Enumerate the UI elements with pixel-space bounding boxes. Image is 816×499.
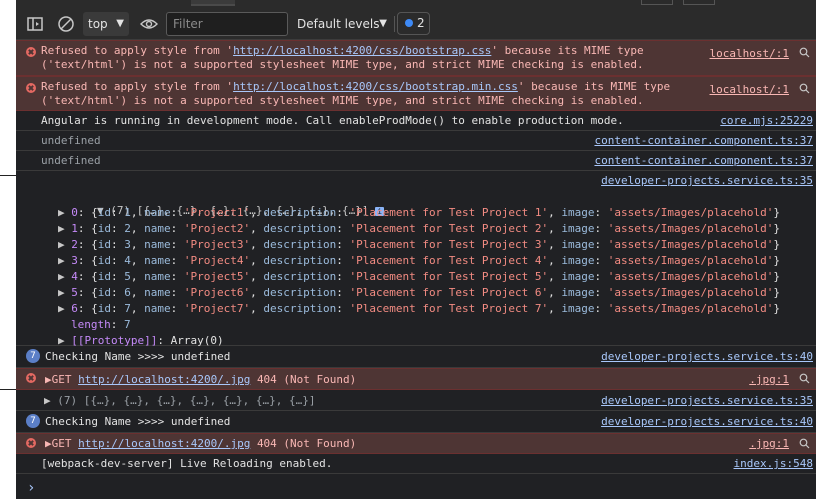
- array-summary: ▶ (7) [{…}, {…}, {…}, {…}, {…}, {…}, {…}…: [44, 394, 316, 407]
- source-link[interactable]: content-container.component.ts:37: [594, 154, 813, 168]
- issue-icon: [405, 19, 413, 27]
- context-label: top: [88, 17, 108, 31]
- source-link[interactable]: index.js:548: [734, 457, 813, 471]
- repeat-count-badge: 7: [26, 349, 40, 363]
- devtools-tab-button[interactable]: [683, 0, 715, 5]
- search-icon[interactable]: [799, 373, 810, 384]
- source-link[interactable]: core.mjs:25229: [720, 114, 813, 128]
- log-text: Checking Name >>>> undefined: [45, 350, 231, 363]
- array-item[interactable]: ▶ 3: {id: 4, name: 'Project4', descripti…: [58, 254, 780, 268]
- source-link[interactable]: .jpg:1: [749, 437, 789, 451]
- console-log-row: undefined content-container.component.ts…: [16, 131, 816, 151]
- array-length: length: 7: [71, 318, 131, 331]
- console-log-row: [webpack-dev-server] Live Reloading enab…: [16, 454, 816, 474]
- devtools-tab-button[interactable]: [641, 0, 673, 5]
- array-item[interactable]: ▶ 2: {id: 3, name: 'Project3', descripti…: [58, 238, 780, 252]
- log-text: Checking Name >>>> undefined: [45, 415, 231, 428]
- network-error-text[interactable]: ▶GET http://localhost:4200/.jpg 404 (Not…: [45, 437, 356, 451]
- console-prompt-caret-icon[interactable]: ›: [27, 480, 35, 496]
- source-link[interactable]: localhost/:1: [710, 83, 789, 97]
- array-item[interactable]: ▶ 1: {id: 2, name: 'Project2', descripti…: [58, 222, 780, 236]
- search-icon[interactable]: [799, 83, 810, 94]
- request-url-link[interactable]: http://localhost:4200/.jpg: [78, 373, 250, 386]
- log-text: [webpack-dev-server] Live Reloading enab…: [41, 457, 333, 470]
- sidebar-toggle-icon[interactable]: [26, 15, 44, 33]
- issues-counter-button[interactable]: 2: [397, 12, 430, 35]
- array-item[interactable]: ▶ 0: {id: 1, name: 'Project1', descripti…: [58, 206, 780, 220]
- console-messages: Refused to apply style from 'http://loca…: [16, 40, 816, 474]
- toolbar-divider: [394, 16, 395, 32]
- console-error-row: ▶GET http://localhost:4200/.jpg 404 (Not…: [16, 368, 816, 390]
- console-object-row[interactable]: ▶ (7) [{…}, {…}, {…}, {…}, {…}, {…}, {…}…: [16, 390, 816, 411]
- console-log-row: 7 Checking Name >>>> undefined developer…: [16, 411, 816, 433]
- log-levels-label: Default levels: [297, 17, 380, 31]
- page-content-edge: [0, 175, 17, 390]
- log-text: Angular is running in development mode. …: [41, 114, 624, 127]
- clear-console-icon[interactable]: [57, 15, 75, 33]
- source-link[interactable]: developer-projects.service.ts:40: [601, 415, 813, 429]
- issues-count: 2: [417, 16, 425, 30]
- console-toolbar: top ▼ Filter Default levels ▼ 2: [16, 7, 816, 40]
- stylesheet-link[interactable]: http://localhost:4200/css/bootstrap.css: [233, 44, 491, 57]
- search-icon[interactable]: [799, 47, 810, 58]
- devtools-tabstrip: [16, 0, 816, 7]
- source-link[interactable]: developer-projects.service.ts:35: [601, 394, 813, 408]
- error-icon: [26, 373, 36, 383]
- console-log-row: undefined content-container.component.ts…: [16, 151, 816, 171]
- console-object-row: developer-projects.service.ts:35 ▼ (7) […: [16, 171, 816, 347]
- log-text: undefined: [41, 134, 101, 147]
- live-expression-eye-icon[interactable]: [140, 15, 158, 33]
- search-icon[interactable]: [799, 438, 810, 449]
- devtools-tab-active[interactable]: [191, 0, 235, 6]
- network-error-text[interactable]: ▶GET http://localhost:4200/.jpg 404 (Not…: [45, 373, 356, 387]
- console-log-row: Angular is running in development mode. …: [16, 111, 816, 131]
- log-text: undefined: [41, 154, 101, 167]
- console-error-row: Refused to apply style from 'http://loca…: [16, 40, 816, 76]
- error-text: Refused to apply style from 'http://loca…: [41, 44, 644, 71]
- console-error-row: ▶GET http://localhost:4200/.jpg 404 (Not…: [16, 433, 816, 454]
- array-item[interactable]: ▶ 6: {id: 7, name: 'Project7', descripti…: [58, 302, 780, 316]
- array-item[interactable]: ▶ 4: {id: 5, name: 'Project5', descripti…: [58, 270, 780, 284]
- repeat-count-badge: 7: [26, 414, 40, 428]
- source-link[interactable]: localhost/:1: [710, 47, 789, 61]
- chevron-down-icon: ▼: [379, 18, 387, 29]
- filter-input[interactable]: Filter: [166, 12, 288, 36]
- error-text: Refused to apply style from 'http://loca…: [41, 80, 671, 107]
- stylesheet-link[interactable]: http://localhost:4200/css/bootstrap.min.…: [233, 80, 518, 93]
- console-error-row: Refused to apply style from 'http://loca…: [16, 76, 816, 111]
- chevron-down-icon: ▼: [116, 18, 124, 29]
- request-url-link[interactable]: http://localhost:4200/.jpg: [78, 437, 250, 450]
- error-icon: [26, 438, 36, 448]
- devtools-console: top ▼ Filter Default levels ▼ 2 Refused …: [16, 0, 816, 499]
- error-icon: [26, 47, 36, 57]
- console-log-row: 7 Checking Name >>>> undefined developer…: [16, 346, 816, 368]
- source-link[interactable]: developer-projects.service.ts:35: [601, 174, 813, 188]
- source-link[interactable]: developer-projects.service.ts:40: [601, 350, 813, 364]
- source-link[interactable]: content-container.component.ts:37: [594, 134, 813, 148]
- array-item[interactable]: ▶ 5: {id: 6, name: 'Project6', descripti…: [58, 286, 780, 300]
- log-levels-dropdown[interactable]: Default levels ▼: [297, 12, 393, 36]
- error-icon: [26, 83, 36, 93]
- context-selector[interactable]: top ▼: [83, 12, 129, 36]
- source-link[interactable]: .jpg:1: [749, 373, 789, 387]
